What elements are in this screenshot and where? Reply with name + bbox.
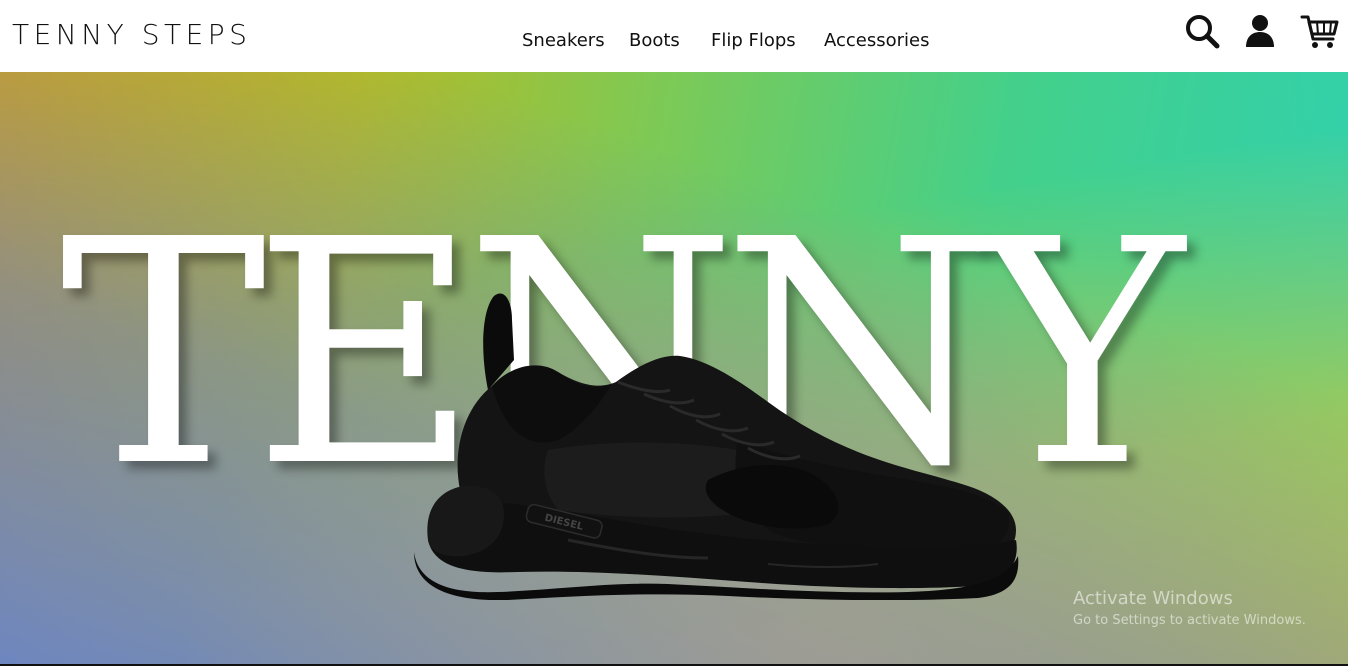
main-nav: Sneakers Boots Flip Flops Accessories xyxy=(0,30,1348,54)
nav-accessories[interactable]: Accessories xyxy=(824,30,930,51)
nav-sneakers[interactable]: Sneakers xyxy=(522,30,605,51)
user-icon[interactable] xyxy=(1241,12,1281,52)
site-header: TENNY STEPS Sneakers Boots Flip Flops Ac… xyxy=(0,0,1348,72)
windows-watermark: Activate Windows Go to Settings to activ… xyxy=(1073,588,1306,628)
nav-boots[interactable]: Boots xyxy=(629,30,680,51)
watermark-title: Activate Windows xyxy=(1073,588,1233,609)
nav-flip-flops[interactable]: Flip Flops xyxy=(711,30,796,51)
hero-banner: TENNY DIESEL Activate Windows Go to Sett… xyxy=(0,72,1348,664)
search-icon[interactable] xyxy=(1182,12,1222,52)
watermark-subtitle: Go to Settings to activate Windows. xyxy=(1073,613,1306,628)
cart-icon[interactable] xyxy=(1300,12,1340,52)
sneaker-image: DIESEL xyxy=(414,293,1019,600)
